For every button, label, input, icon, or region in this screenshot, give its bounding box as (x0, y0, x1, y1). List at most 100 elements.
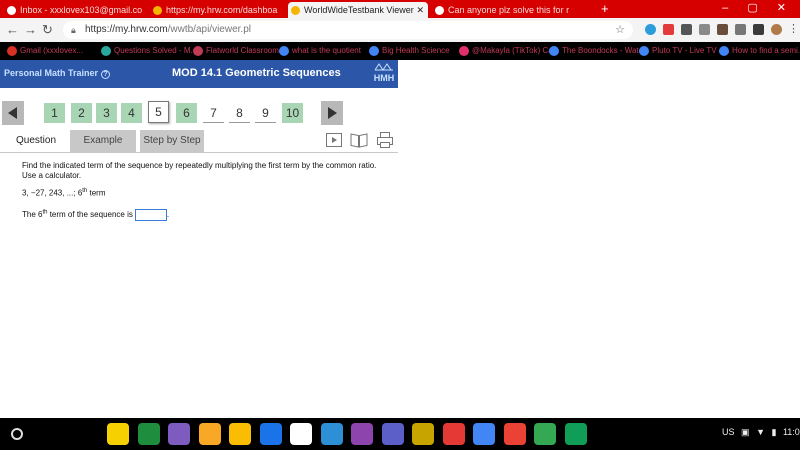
extension-icon[interactable] (717, 24, 728, 35)
radiation-app-icon[interactable] (107, 423, 129, 445)
chip-app-icon[interactable] (412, 423, 434, 445)
files-app-icon[interactable] (534, 423, 556, 445)
extension-icon[interactable] (663, 24, 674, 35)
ebook-button[interactable] (350, 131, 370, 149)
product-name: Personal Math Trainer? (4, 68, 111, 79)
answer-input[interactable] (134, 209, 167, 221)
answer-prefix: The 6 (22, 210, 43, 220)
info-icon[interactable]: ? (101, 70, 111, 79)
browser-tab-label: WorldWideTestbank Viewer (304, 5, 414, 15)
question-10-button[interactable]: 10 (282, 103, 303, 123)
status-tray[interactable]: US ▣ ▼ ▮ 11:04 (722, 427, 800, 438)
bookmark-label: Gmail (xxxlovex... (20, 46, 84, 55)
locale-indicator[interactable]: US (722, 427, 735, 437)
brainly-favicon-icon (435, 6, 444, 15)
browser-tab-viewer[interactable]: WorldWideTestbank Viewer ✕ (288, 2, 428, 18)
video-button[interactable] (325, 131, 345, 149)
question-1-button[interactable]: 1 (44, 103, 65, 123)
play-video-icon (326, 133, 342, 147)
launcher-icon[interactable] (11, 428, 23, 440)
bookmark-label: @Makayla (TikTok) Ca (472, 46, 553, 55)
purple-app-icon[interactable] (351, 423, 373, 445)
browser-tab-question[interactable]: Can anyone plz solve this for r (432, 2, 600, 18)
hmh-logo: HMH (372, 63, 396, 85)
gmail-app-icon[interactable] (504, 423, 526, 445)
bookmark-item[interactable]: @Makayla (TikTok) Ca (458, 45, 553, 57)
browser-tab-gmail[interactable]: Inbox - xxxlovex103@gmail.co (4, 2, 144, 18)
reload-icon[interactable]: ↻ (42, 22, 53, 38)
module-title: MOD 14.1 Geometric Sequences (172, 67, 341, 79)
window-controls[interactable]: – ▢ ✕ (722, 1, 794, 14)
bookmarks-bar: Gmail (xxxlovex... Questions Solved - M.… (0, 42, 800, 60)
bookmark-star-icon[interactable]: ☆ (615, 21, 625, 39)
question-6-button[interactable]: 6 (176, 103, 197, 123)
back-arrow-icon[interactable]: ← (6, 22, 19, 37)
next-question-button[interactable] (321, 101, 343, 125)
print-button[interactable] (376, 131, 396, 149)
answer-period: . (166, 210, 170, 220)
extension-icon[interactable] (645, 24, 656, 35)
bookmark-item[interactable]: Flatworld Classrooms (192, 45, 283, 57)
desmos-app-icon[interactable] (168, 423, 190, 445)
bookmark-item[interactable]: The Boondocks - Watch (548, 45, 647, 57)
bookmark-item[interactable]: Big Health Science (368, 45, 450, 57)
browser-tab-strip: Inbox - xxxlovex103@gmail.co https://my.… (0, 0, 800, 18)
google-icon (639, 46, 649, 56)
wifi-icon: ▼ (756, 427, 765, 437)
profile-avatar[interactable] (771, 24, 782, 35)
v3-app-icon[interactable] (321, 423, 343, 445)
lock-icon: 🔒︎ (71, 25, 76, 35)
close-tab-icon[interactable]: ✕ (416, 2, 424, 18)
bookmark-item[interactable]: Gmail (xxxlovex... (6, 45, 83, 57)
previous-question-button[interactable] (2, 101, 24, 125)
compass-app-icon[interactable] (260, 423, 282, 445)
bookmark-label: The Boondocks - Watch (562, 46, 648, 55)
music-app-icon[interactable] (199, 423, 221, 445)
drive-app-icon[interactable] (290, 423, 312, 445)
tab-step-by-step[interactable]: Step by Step (140, 130, 204, 152)
question-9-button[interactable]: 9 (255, 103, 276, 123)
edge-app-icon[interactable] (382, 423, 404, 445)
new-tab-button[interactable]: + (601, 1, 609, 16)
gmail-icon (7, 46, 17, 56)
chrome-app-icon[interactable] (473, 423, 495, 445)
answer-row: The 6th term of the sequence is. (22, 209, 169, 221)
sequence-text: 3, −27, 243, ...; 6th term (22, 188, 106, 198)
hangouts-app-icon[interactable] (565, 423, 587, 445)
tab-question[interactable]: Question (8, 130, 64, 152)
bookmark-item[interactable]: How to find a semi... (718, 45, 800, 57)
sequence-term-label: term (87, 188, 106, 198)
product-label: Personal Math Trainer (4, 68, 99, 78)
extension-icon[interactable] (699, 24, 710, 35)
hmh-logo-mark-icon (372, 63, 396, 73)
question-4-button[interactable]: 4 (121, 103, 142, 123)
colors-app-icon[interactable] (443, 423, 465, 445)
question-3-button[interactable]: 3 (96, 103, 117, 123)
keep-app-icon[interactable] (229, 423, 251, 445)
tab-example[interactable]: Example (70, 130, 136, 152)
address-bar[interactable]: 🔒︎ https://my.hrw.com/wwtb/api/viewer.pl… (63, 21, 633, 39)
bookmark-item[interactable]: Pluto TV - Live TV a... (638, 45, 730, 57)
extension-icon[interactable] (753, 24, 764, 35)
battery-icon: ▮ (771, 427, 777, 437)
forward-arrow-icon[interactable]: → (24, 22, 37, 37)
hrw-favicon-icon (153, 6, 162, 15)
bookmark-favicon-icon (193, 46, 203, 56)
bookmark-item[interactable]: what is the quotient (278, 45, 361, 57)
browser-tab-dashboard[interactable]: https://my.hrw.com/dashboa (150, 2, 285, 18)
question-2-button[interactable]: 2 (71, 103, 92, 123)
extension-icon[interactable] (735, 24, 746, 35)
bookmark-item[interactable]: Questions Solved - M... (100, 45, 197, 57)
bookmark-label: what is the quotient (292, 46, 361, 55)
question-8-button[interactable]: 8 (229, 103, 250, 123)
classroom-app-icon[interactable] (138, 423, 160, 445)
triangle-left-icon (8, 107, 17, 119)
question-5-button[interactable]: 5 (148, 101, 169, 123)
menu-kebab-icon[interactable]: ⋮ (788, 22, 799, 35)
bookmark-label: Big Health Science (382, 46, 450, 55)
extension-icon[interactable] (681, 24, 692, 35)
sequence-terms: 3, −27, 243, ...; 6 (22, 188, 83, 198)
google-icon (549, 46, 559, 56)
question-7-button[interactable]: 7 (203, 103, 224, 123)
url-path: /wwtb/api/viewer.pl (167, 24, 251, 35)
